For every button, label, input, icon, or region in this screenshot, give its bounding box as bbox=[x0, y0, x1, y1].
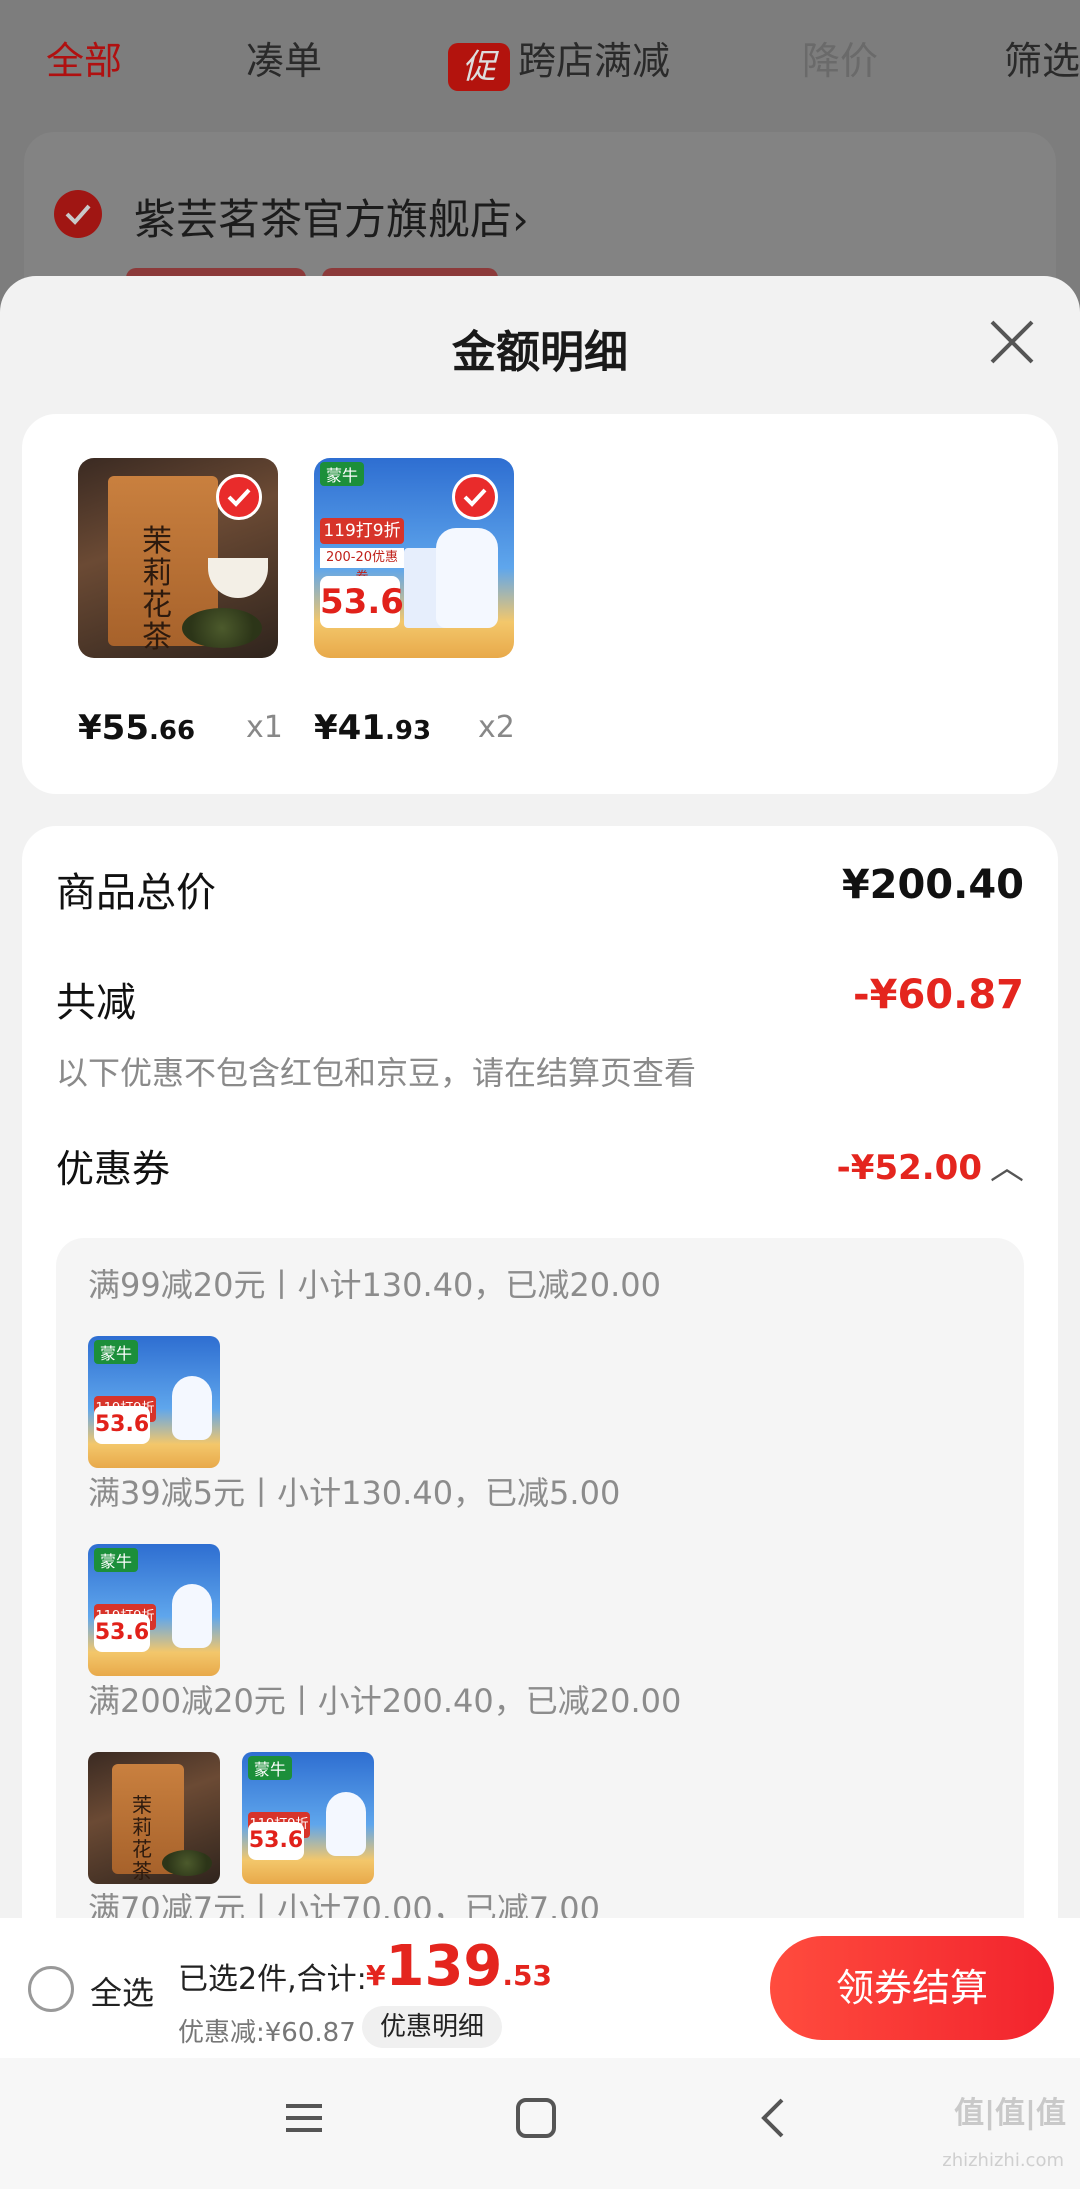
discount-detail-button[interactable]: 优惠明细 bbox=[362, 2006, 503, 2048]
tab-filter[interactable]: 筛选 bbox=[1004, 30, 1080, 85]
discount-amount: 优惠减:¥60.87 bbox=[178, 2018, 356, 2048]
total-reduce-label: 共减 bbox=[56, 980, 136, 1026]
milk-price-print: 53.6 bbox=[248, 1822, 304, 1860]
product-price: ¥41.93 bbox=[314, 708, 431, 748]
tab-price-drop[interactable]: 降价 bbox=[802, 30, 878, 85]
coupon-product-thumb-tea: 茉莉花茶 bbox=[88, 1752, 220, 1884]
shop-name-link[interactable]: 紫芸茗茶官方旗舰店› bbox=[134, 186, 529, 247]
coupon-product-thumb-milk: 蒙牛 119打9折 53.6 bbox=[242, 1752, 374, 1884]
tea-bag-print: 茉莉花茶 bbox=[142, 524, 172, 655]
total-reduce-value: -¥60.87 bbox=[853, 972, 1024, 1018]
menu-icon[interactable] bbox=[282, 2096, 326, 2144]
coupon-product-thumb-milk: 蒙牛 119打9折 53.6 bbox=[88, 1544, 220, 1676]
discount-hint: 以下优惠不包含红包和京豆，请在结算页查看 bbox=[56, 1054, 697, 1092]
coupon-product-thumb-milk: 蒙牛 119打9折 53.6 bbox=[88, 1336, 220, 1468]
milk-bottle-shape bbox=[436, 528, 498, 628]
milk-brand-print: 蒙牛 bbox=[94, 1548, 139, 1572]
checkmark-icon bbox=[452, 474, 498, 520]
total-currency: ¥ bbox=[366, 1959, 386, 1992]
total-int: 139 bbox=[385, 1934, 503, 1999]
milk-brand-print: 蒙牛 bbox=[94, 1340, 139, 1364]
milk-price-print: 53.6 bbox=[94, 1406, 150, 1444]
milk-sub-print: 200-20优惠券 bbox=[320, 548, 404, 585]
product-price: ¥55.66 bbox=[78, 708, 195, 748]
tea-leaves-shape bbox=[182, 608, 262, 648]
watermark-logo: 值|值|值 bbox=[954, 2096, 1066, 2131]
coupon-label: 优惠券 bbox=[56, 1147, 171, 1191]
price-int: ¥41 bbox=[314, 708, 385, 748]
product-qty: x2 bbox=[478, 710, 515, 745]
price-dec: .93 bbox=[384, 716, 432, 746]
milk-ribbon-print: 119打9折 bbox=[320, 518, 404, 544]
select-all-checkbox[interactable] bbox=[28, 1966, 74, 2012]
checkout-button[interactable]: 领券结算 bbox=[770, 1936, 1054, 2040]
checkout-bar: 全选 已选2件,合计: ¥139.53 优惠减:¥60.87 优惠明细 领券结算 bbox=[0, 1918, 1080, 2058]
tab-all[interactable]: 全部 bbox=[46, 30, 122, 85]
total-dec: .53 bbox=[502, 1959, 552, 1992]
total-amount: ¥139.53 bbox=[366, 1934, 552, 1999]
watermark-url: zhizhizhi.com bbox=[942, 2150, 1064, 2171]
total-price-value: ¥200.40 bbox=[841, 862, 1024, 908]
chevron-right-icon: › bbox=[512, 195, 529, 244]
coupon-rule: 满200减20元丨小计200.40，已减20.00 bbox=[88, 1682, 682, 1720]
milk-brand-print: 蒙牛 bbox=[248, 1756, 293, 1780]
tab-cross-store-discount[interactable]: 促跨店满减 bbox=[448, 30, 670, 91]
back-icon[interactable] bbox=[752, 2096, 796, 2144]
home-icon[interactable] bbox=[514, 2096, 558, 2144]
milk-price-print: 53.6 bbox=[320, 576, 404, 628]
close-icon[interactable] bbox=[984, 314, 1040, 370]
coupon-rule: 满99减20元丨小计130.40，已减20.00 bbox=[88, 1266, 662, 1304]
shop-checkbox-icon[interactable] bbox=[54, 190, 102, 238]
checkmark-icon bbox=[216, 474, 262, 520]
selected-summary: 已选2件,合计: bbox=[178, 1962, 367, 1997]
coupon-rule: 满39减5元丨小计130.40，已减5.00 bbox=[88, 1474, 621, 1512]
product-image-milk[interactable]: 蒙牛 119打9折 200-20优惠券 53.6 bbox=[314, 458, 514, 658]
total-price-label: 商品总价 bbox=[56, 870, 216, 916]
product-qty: x1 bbox=[246, 710, 283, 745]
system-nav-bar bbox=[0, 2058, 1080, 2189]
tea-bag-print: 茉莉花茶 bbox=[132, 1793, 152, 1883]
selected-products-card: 茉莉花茶 ¥55.66 x1 蒙牛 119打9折 200-20优惠券 53.6 … bbox=[22, 414, 1058, 794]
milk-price-print: 53.6 bbox=[94, 1614, 150, 1652]
price-int: ¥55 bbox=[78, 708, 149, 748]
milk-bottle-shape bbox=[172, 1376, 212, 1440]
shop-name: 紫芸茗茶官方旗舰店 bbox=[134, 195, 513, 244]
chevron-up-icon: ︿ bbox=[990, 1148, 1024, 1188]
milk-bottle-shape bbox=[172, 1584, 212, 1648]
coupon-value: -¥52.00 bbox=[836, 1148, 982, 1188]
select-all-label[interactable]: 全选 bbox=[90, 1968, 154, 2014]
product-image-tea[interactable]: 茉莉花茶 bbox=[78, 458, 278, 658]
milk-brand-print: 蒙牛 bbox=[320, 462, 365, 486]
milk-bottle-shape bbox=[326, 1792, 366, 1856]
sheet-title: 金额明细 bbox=[452, 327, 628, 378]
tab-combine-order[interactable]: 凑单 bbox=[246, 30, 322, 85]
promo-badge: 促 bbox=[448, 43, 510, 91]
price-dec: .66 bbox=[148, 716, 196, 746]
coupon-toggle[interactable]: -¥52.00 ︿ bbox=[837, 1140, 1024, 1189]
tea-leaves-shape bbox=[162, 1850, 212, 1876]
tab-label: 跨店满减 bbox=[518, 39, 671, 83]
amount-detail-sheet: 金额明细 茉莉花茶 ¥55.66 x1 蒙牛 119打9折 200-20优惠券 … bbox=[0, 276, 1080, 2189]
